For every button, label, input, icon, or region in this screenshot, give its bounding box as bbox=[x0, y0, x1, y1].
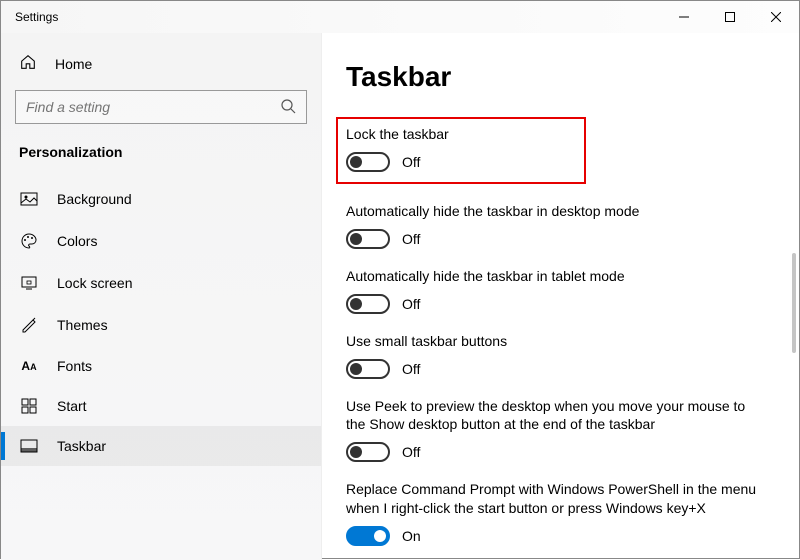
minimize-button[interactable] bbox=[661, 1, 707, 33]
home-link[interactable]: Home bbox=[1, 45, 321, 82]
search-input[interactable] bbox=[26, 99, 280, 115]
setting-small-buttons: Use small taskbar buttons Off bbox=[346, 332, 779, 379]
sidebar-item-label: Start bbox=[57, 398, 87, 414]
toggle-autohide-desktop[interactable] bbox=[346, 229, 390, 249]
toggle-state: Off bbox=[402, 296, 420, 312]
sidebar-item-taskbar[interactable]: Taskbar bbox=[1, 426, 321, 466]
sidebar-item-label: Background bbox=[57, 191, 132, 207]
sidebar-item-label: Fonts bbox=[57, 358, 92, 374]
sidebar-item-colors[interactable]: Colors bbox=[1, 220, 321, 262]
window-controls bbox=[661, 1, 799, 33]
palette-icon bbox=[19, 232, 39, 250]
group-label: Personalization bbox=[1, 134, 321, 178]
toggle-small-buttons[interactable] bbox=[346, 359, 390, 379]
search-icon bbox=[280, 98, 296, 117]
toggle-lock-taskbar[interactable] bbox=[346, 152, 390, 172]
picture-icon bbox=[19, 190, 39, 208]
setting-autohide-tablet: Automatically hide the taskbar in tablet… bbox=[346, 267, 779, 314]
setting-label: Lock the taskbar bbox=[346, 125, 576, 144]
sidebar-item-label: Taskbar bbox=[57, 438, 106, 454]
close-button[interactable] bbox=[753, 1, 799, 33]
setting-label: Use Peek to preview the desktop when you… bbox=[346, 397, 766, 435]
toggle-state: On bbox=[402, 528, 421, 544]
toggle-powershell[interactable] bbox=[346, 526, 390, 546]
setting-label: Automatically hide the taskbar in deskto… bbox=[346, 202, 766, 221]
sidebar-item-themes[interactable]: Themes bbox=[1, 304, 321, 346]
toggle-peek[interactable] bbox=[346, 442, 390, 462]
sidebar-item-background[interactable]: Background bbox=[1, 178, 321, 220]
sidebar-item-label: Lock screen bbox=[57, 275, 132, 291]
home-label: Home bbox=[55, 56, 92, 72]
setting-label: Replace Command Prompt with Windows Powe… bbox=[346, 480, 766, 518]
toggle-state: Off bbox=[402, 361, 420, 377]
setting-label: Use small taskbar buttons bbox=[346, 332, 766, 351]
home-icon bbox=[19, 53, 37, 74]
sidebar-item-fonts[interactable]: AA Fonts bbox=[1, 346, 321, 386]
sidebar: Home Personalization Background Colors L… bbox=[1, 33, 322, 560]
sidebar-item-lock-screen[interactable]: Lock screen bbox=[1, 262, 321, 304]
taskbar-icon bbox=[19, 439, 39, 453]
toggle-state: Off bbox=[402, 444, 420, 460]
fonts-icon: AA bbox=[19, 359, 39, 373]
titlebar: Settings bbox=[1, 1, 799, 33]
sidebar-item-label: Themes bbox=[57, 317, 108, 333]
sidebar-item-start[interactable]: Start bbox=[1, 386, 321, 426]
search-box[interactable] bbox=[15, 90, 307, 124]
lock-screen-icon bbox=[19, 274, 39, 292]
scrollbar[interactable] bbox=[792, 253, 796, 353]
toggle-state: Off bbox=[402, 231, 420, 247]
sidebar-item-label: Colors bbox=[57, 233, 97, 249]
toggle-autohide-tablet[interactable] bbox=[346, 294, 390, 314]
toggle-state: Off bbox=[402, 154, 420, 170]
page-title: Taskbar bbox=[346, 61, 779, 93]
main-panel: Taskbar Lock the taskbar Off Automatical… bbox=[322, 33, 799, 560]
setting-label: Automatically hide the taskbar in tablet… bbox=[346, 267, 766, 286]
setting-peek: Use Peek to preview the desktop when you… bbox=[346, 397, 779, 463]
themes-icon bbox=[19, 316, 39, 334]
setting-lock-taskbar: Lock the taskbar Off bbox=[336, 117, 586, 184]
setting-powershell: Replace Command Prompt with Windows Powe… bbox=[346, 480, 779, 546]
start-icon bbox=[19, 398, 39, 414]
maximize-button[interactable] bbox=[707, 1, 753, 33]
window-title: Settings bbox=[15, 10, 58, 24]
setting-autohide-desktop: Automatically hide the taskbar in deskto… bbox=[346, 202, 779, 249]
